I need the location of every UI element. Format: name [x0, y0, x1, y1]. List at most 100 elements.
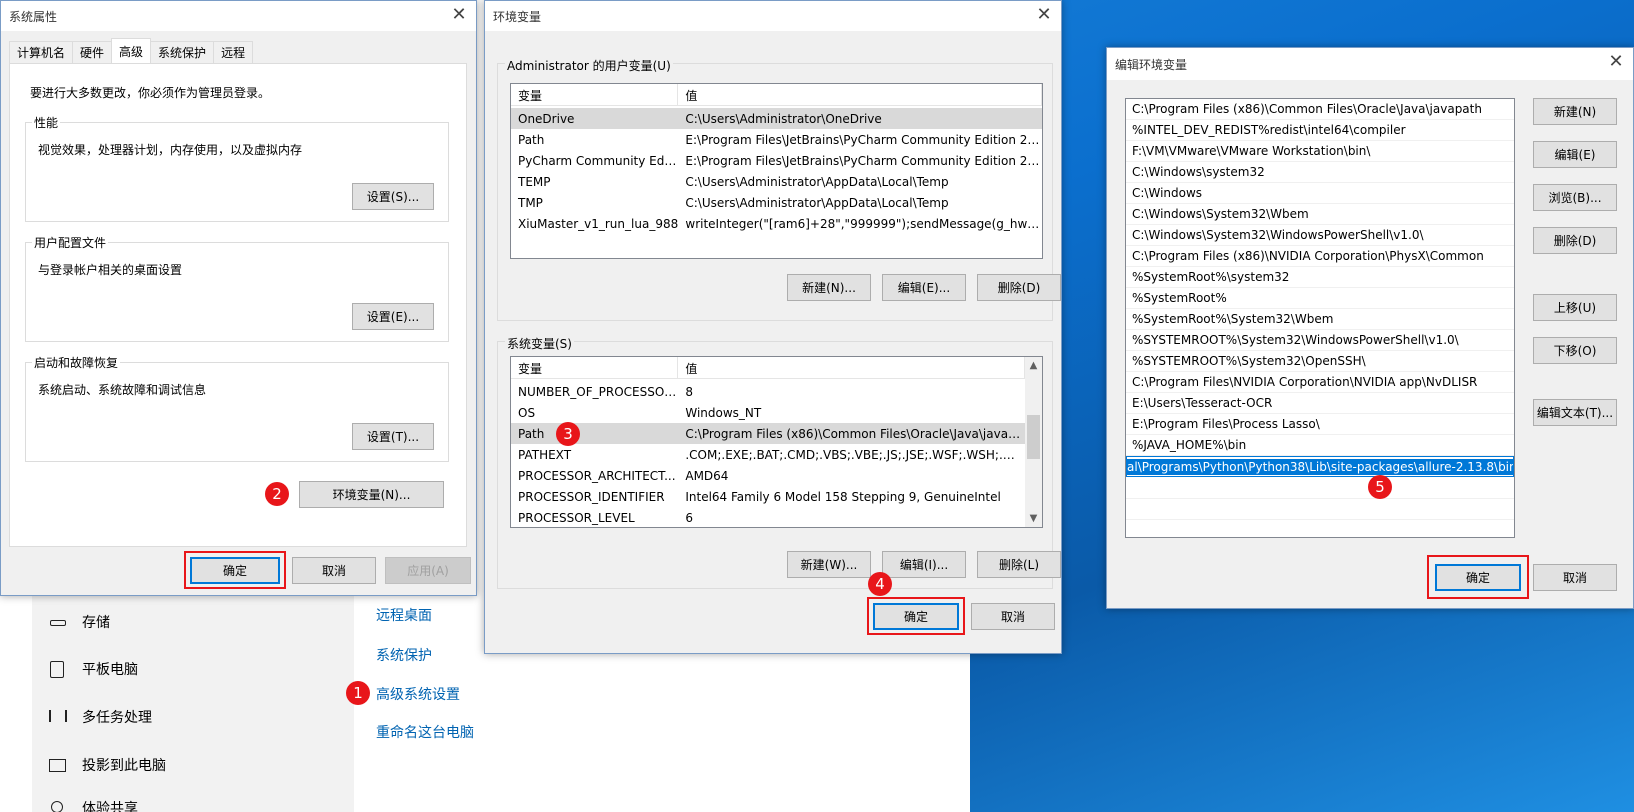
- list-item[interactable]: E:\Program Files\Process Lasso\: [1126, 414, 1514, 435]
- performance-settings-button[interactable]: 设置(S)...: [352, 183, 434, 210]
- list-item[interactable]: C:\Windows\system32: [1126, 162, 1514, 183]
- user-profile-settings-button[interactable]: 设置(E)...: [352, 303, 434, 330]
- list-item[interactable]: C:\Windows: [1126, 183, 1514, 204]
- user-edit-button[interactable]: 编辑(E)...: [882, 274, 966, 301]
- link-advanced-system-settings[interactable]: 高级系统设置: [376, 684, 460, 704]
- column-header-value[interactable]: 值: [678, 84, 1042, 106]
- cancel-button[interactable]: 取消: [292, 557, 376, 584]
- list-item[interactable]: C:\Program Files (x86)\Common Files\Orac…: [1126, 99, 1514, 120]
- move-up-button[interactable]: 上移(U): [1533, 294, 1617, 321]
- path-edit-field[interactable]: al\Programs\Python\Python38\Lib\site-pac…: [1126, 456, 1514, 477]
- delete-button[interactable]: 删除(D): [1533, 227, 1617, 254]
- scroll-thumb[interactable]: [1027, 415, 1040, 459]
- list-item[interactable]: C:\Program Files\NVIDIA Corporation\NVID…: [1126, 372, 1514, 393]
- sidebar-item-label: 平板电脑: [82, 662, 138, 678]
- system-delete-button[interactable]: 删除(L): [977, 551, 1061, 578]
- list-item[interactable]: %INTEL_DEV_REDIST%redist\intel64\compile…: [1126, 120, 1514, 141]
- table-row[interactable]: Path E:\Program Files\JetBrains\PyCharm …: [511, 129, 1042, 150]
- user-variables-list[interactable]: 变量 值 OneDrive C:\Users\Administrator\One…: [510, 83, 1043, 259]
- list-item[interactable]: E:\Users\Tesseract-OCR: [1126, 393, 1514, 414]
- cancel-button[interactable]: 取消: [971, 603, 1055, 630]
- tab-hardware[interactable]: 硬件: [72, 41, 113, 63]
- table-row[interactable]: NUMBER_OF_PROCESSORS 8: [511, 381, 1025, 402]
- system-new-button[interactable]: 新建(W)...: [787, 551, 871, 578]
- list-item[interactable]: %SystemRoot%\system32: [1126, 267, 1514, 288]
- table-row[interactable]: PROCESSOR_IDENTIFIER Intel64 Family 6 Mo…: [511, 486, 1025, 507]
- column-header-value[interactable]: 值: [678, 357, 1025, 379]
- close-icon[interactable]: ✕: [1605, 52, 1627, 74]
- table-row[interactable]: Path C:\Program Files (x86)\Common Files…: [511, 423, 1025, 444]
- vertical-scrollbar[interactable]: ▲ ▼: [1025, 357, 1042, 527]
- user-new-button[interactable]: 新建(N)...: [787, 274, 871, 301]
- tab-advanced[interactable]: 高级: [111, 38, 152, 63]
- link-system-protection[interactable]: 系统保护: [376, 645, 432, 665]
- cell-value: .COM;.EXE;.BAT;.CMD;.VBS;.VBE;.JS;.JSE;.…: [685, 447, 1025, 462]
- list-item[interactable]: %SYSTEMROOT%\System32\WindowsPowerShell\…: [1126, 330, 1514, 351]
- cancel-button[interactable]: 取消: [1533, 564, 1617, 591]
- cell-value: Intel64 Family 6 Model 158 Stepping 9, G…: [685, 489, 1001, 504]
- cell-value: C:\Users\Administrator\OneDrive: [685, 111, 882, 126]
- sidebar-item-project[interactable]: 投影到此电脑: [48, 753, 166, 777]
- link-rename-pc[interactable]: 重命名这台电脑: [376, 722, 474, 742]
- list-item[interactable]: C:\Program Files (x86)\NVIDIA Corporatio…: [1126, 246, 1514, 267]
- tab-computer-name[interactable]: 计算机名: [9, 41, 74, 63]
- list-item[interactable]: C:\Windows\System32\WindowsPowerShell\v1…: [1126, 225, 1514, 246]
- user-delete-button[interactable]: 删除(D): [977, 274, 1061, 301]
- table-row[interactable]: TEMP C:\Users\Administrator\AppData\Loca…: [511, 171, 1042, 192]
- sidebar-item-storage[interactable]: 存储: [48, 610, 110, 634]
- table-row[interactable]: PROCESSOR_LEVEL 6: [511, 507, 1025, 527]
- cell-name: OneDrive: [518, 111, 575, 126]
- group-desc: 与登录帐户相关的桌面设置: [38, 263, 183, 277]
- browse-button[interactable]: 浏览(B)...: [1533, 184, 1617, 211]
- edit-text-button[interactable]: 编辑文本(T)...: [1533, 399, 1617, 426]
- sidebar-item-share[interactable]: 体验共享: [48, 798, 138, 812]
- column-header-variable[interactable]: 变量: [511, 357, 679, 379]
- table-row[interactable]: XiuMaster_v1_run_lua_988 writeInteger("[…: [511, 213, 1042, 234]
- link-remote-desktop[interactable]: 远程桌面: [376, 605, 432, 625]
- list-item[interactable]: %SystemRoot%: [1126, 288, 1514, 309]
- ok-button[interactable]: 确定: [190, 557, 280, 584]
- table-row[interactable]: TMP C:\Users\Administrator\AppData\Local…: [511, 192, 1042, 213]
- scroll-up-icon[interactable]: ▲: [1025, 357, 1042, 374]
- cell-value: writeInteger("[ram6]+28","999999");sendM…: [685, 216, 1042, 231]
- move-down-button[interactable]: 下移(O): [1533, 337, 1617, 364]
- list-item[interactable]: [1126, 478, 1514, 499]
- path-list[interactable]: C:\Program Files (x86)\Common Files\Orac…: [1125, 98, 1515, 538]
- ok-button[interactable]: 确定: [873, 603, 959, 630]
- system-variables-list[interactable]: 变量 值 NUMBER_OF_PROCESSORS 8 OS Windows_N…: [510, 356, 1043, 528]
- list-item[interactable]: %JAVA_HOME%\bin: [1126, 435, 1514, 456]
- table-row[interactable]: PyCharm Community Editi... E:\Program Fi…: [511, 150, 1042, 171]
- ok-button[interactable]: 确定: [1435, 564, 1521, 591]
- tab-remote[interactable]: 远程: [213, 41, 254, 63]
- startup-settings-button[interactable]: 设置(T)...: [352, 423, 434, 450]
- sidebar-item-multitask[interactable]: 多任务处理: [48, 705, 152, 729]
- scroll-down-icon[interactable]: ▼: [1025, 510, 1042, 527]
- tab-system-protection[interactable]: 系统保护: [150, 41, 215, 63]
- table-row[interactable]: PROCESSOR_ARCHITECT... AMD64: [511, 465, 1025, 486]
- list-item[interactable]: C:\Windows\System32\Wbem: [1126, 204, 1514, 225]
- environment-variables-button[interactable]: 环境变量(N)...: [299, 481, 444, 508]
- edit-button[interactable]: 编辑(E): [1533, 141, 1617, 168]
- group-desc: 视觉效果，处理器计划，内存使用，以及虚拟内存: [38, 143, 303, 157]
- list-item[interactable]: F:\VM\VMware\VMware Workstation\bin\: [1126, 141, 1514, 162]
- close-icon[interactable]: ✕: [1033, 5, 1055, 27]
- callout-4: 4: [868, 572, 892, 596]
- table-row[interactable]: OneDrive C:\Users\Administrator\OneDrive: [511, 108, 1042, 129]
- cell-name: Path: [518, 426, 545, 441]
- list-item[interactable]: %SYSTEMROOT%\System32\OpenSSH\: [1126, 351, 1514, 372]
- table-row[interactable]: OS Windows_NT: [511, 402, 1025, 423]
- apply-button[interactable]: 应用(A): [385, 557, 471, 584]
- list-item[interactable]: [1126, 499, 1514, 520]
- list-item[interactable]: %SystemRoot%\System32\Wbem: [1126, 309, 1514, 330]
- system-properties-dialog: 系统属性 ✕ 计算机名 硬件 高级 系统保护 远程 要进行大多数更改，你必须作为…: [0, 0, 477, 596]
- close-icon[interactable]: ✕: [448, 5, 470, 27]
- column-header-variable[interactable]: 变量: [511, 84, 679, 106]
- cell-value: 8: [685, 384, 693, 399]
- tablet-icon: [48, 660, 68, 678]
- dialog-titlebar: 系统属性: [1, 1, 476, 31]
- new-button[interactable]: 新建(N): [1533, 98, 1617, 125]
- table-row[interactable]: PATHEXT .COM;.EXE;.BAT;.CMD;.VBS;.VBE;.J…: [511, 444, 1025, 465]
- sidebar-item-tablet[interactable]: 平板电脑: [48, 657, 138, 681]
- system-edit-button[interactable]: 编辑(I)...: [882, 551, 966, 578]
- group-label: 用户配置文件: [32, 234, 109, 251]
